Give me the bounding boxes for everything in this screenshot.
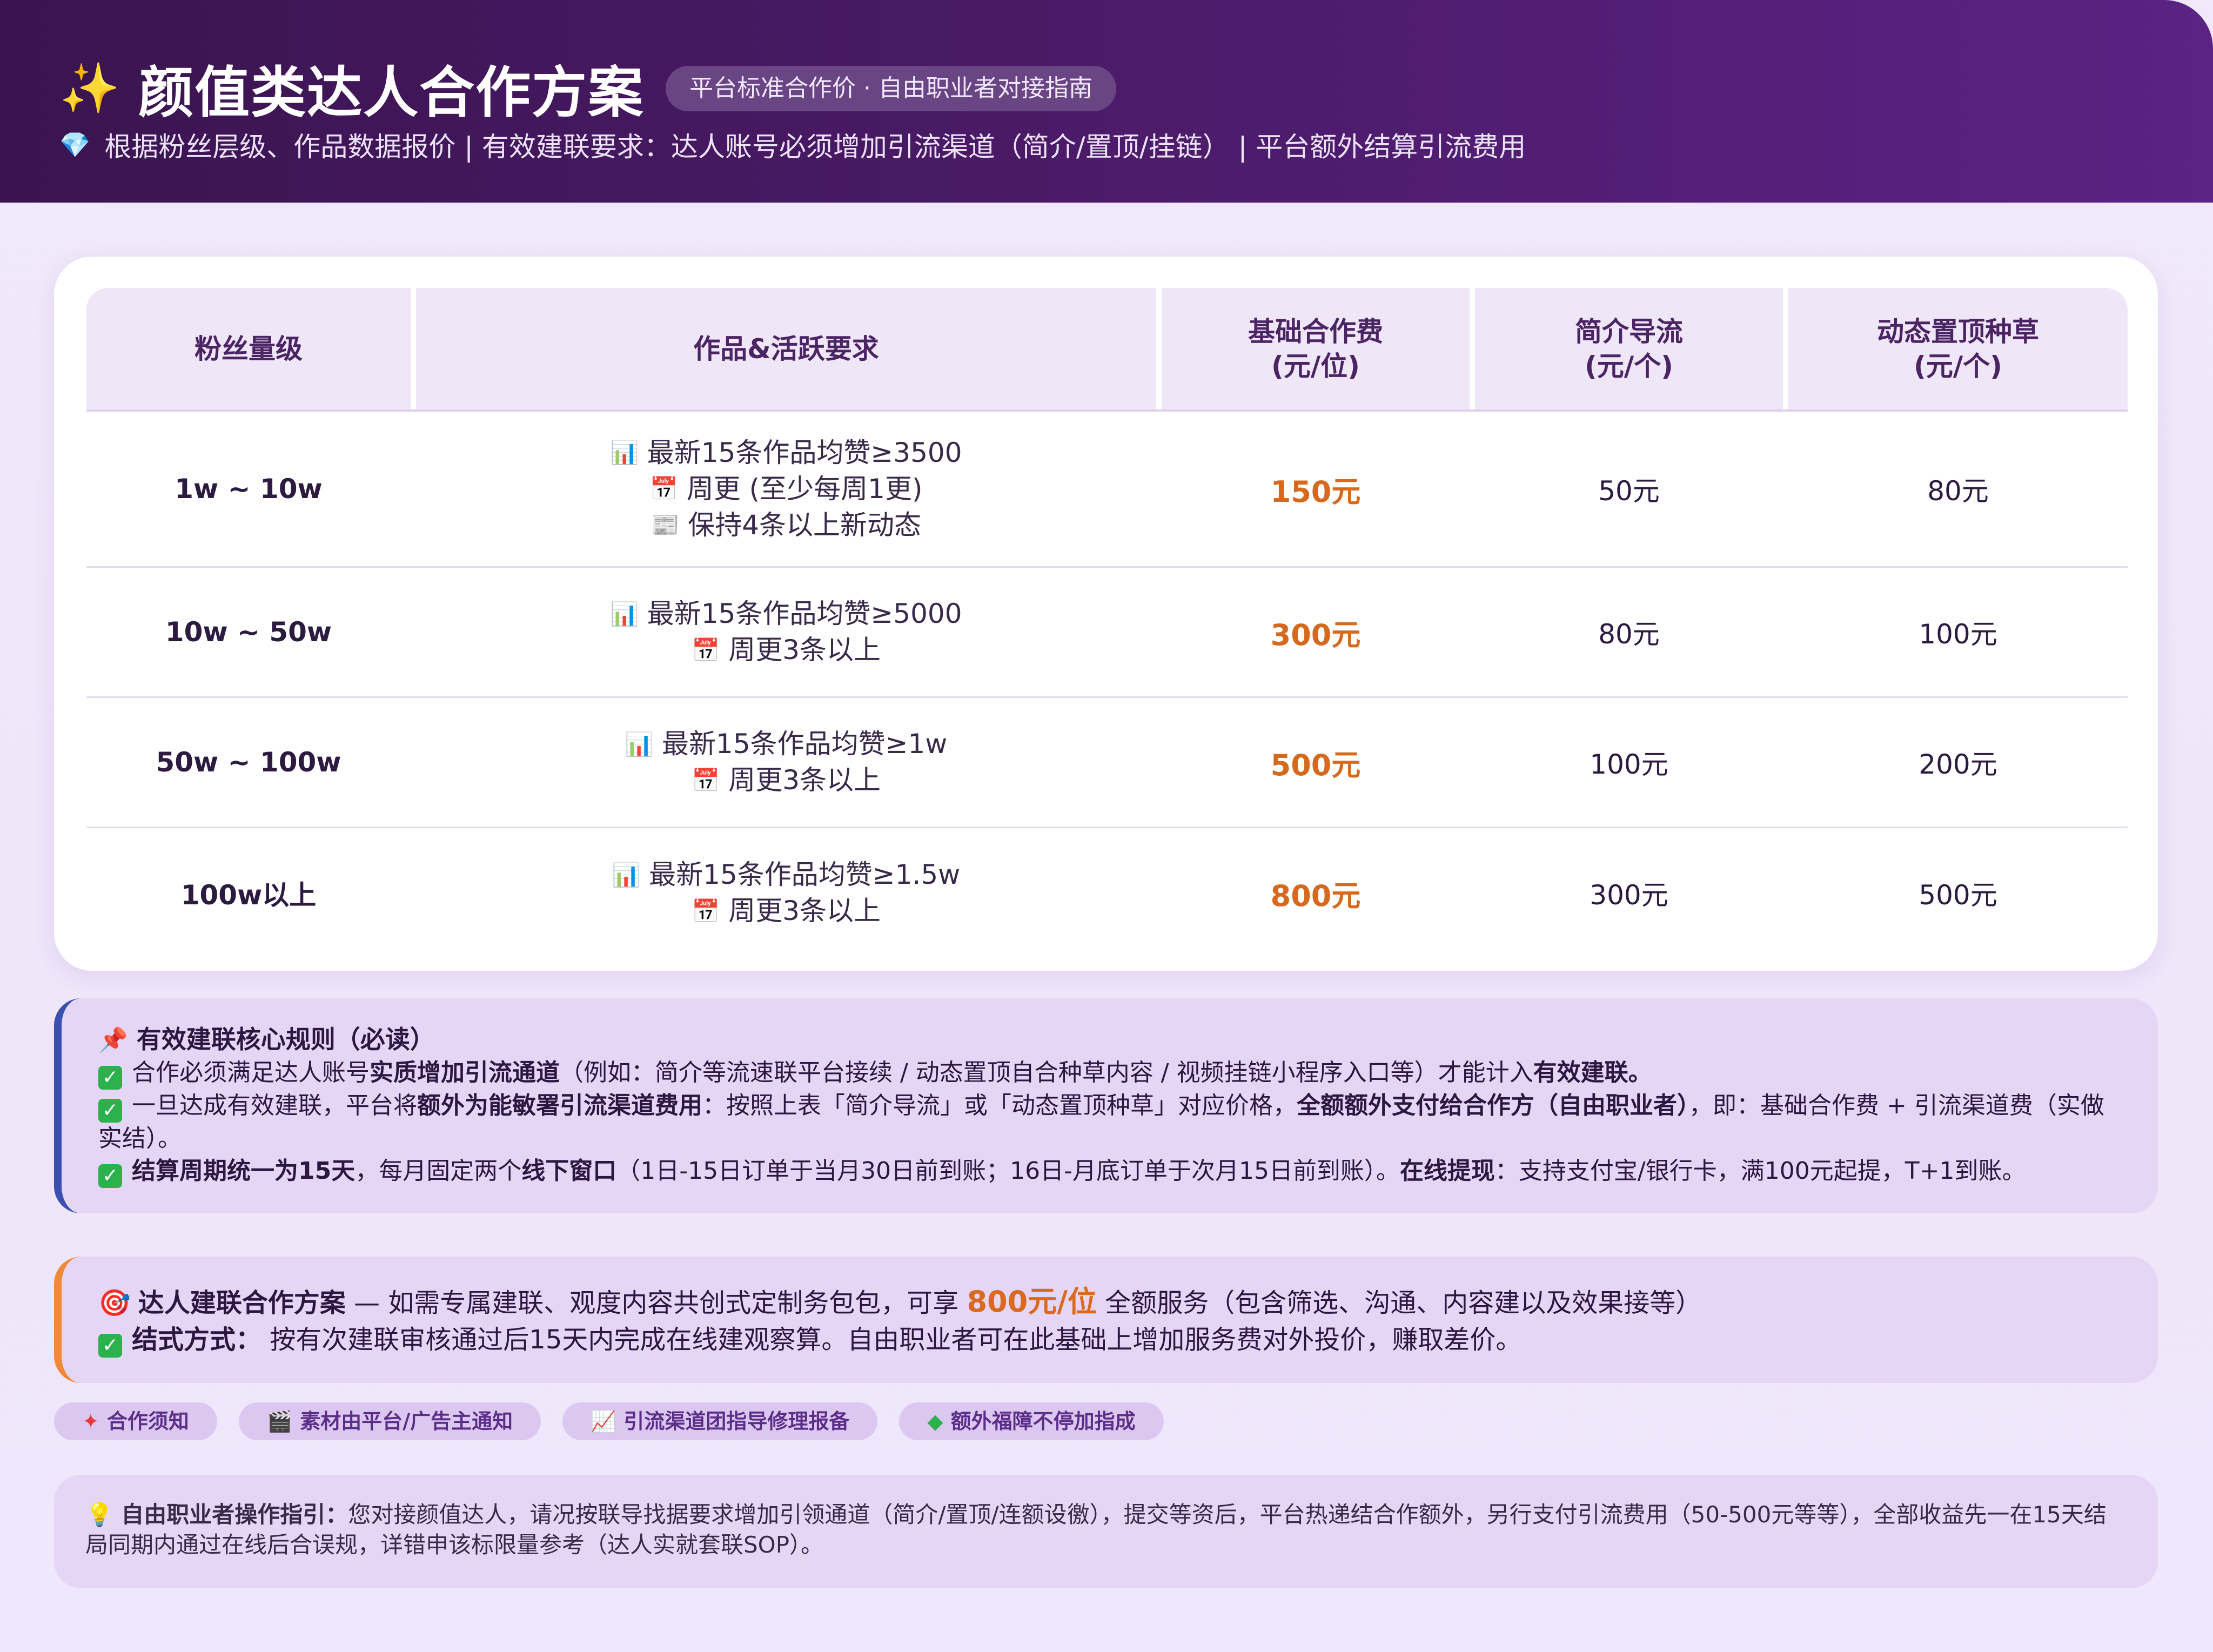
freelancer-guide-panel: 💡 自由职业者操作指引：您对接颜值达人，请况按联导找据要求增加引领通道（简介/置顶…: [54, 1475, 2158, 1588]
requirement-item: 📅 周更3条以上: [691, 634, 881, 666]
trend-icon: 📈: [591, 1409, 616, 1433]
calendar-icon: 📅: [691, 767, 720, 794]
pushpin-icon: 📌: [98, 1026, 128, 1054]
document-icon: 📰: [651, 512, 680, 538]
requirements-cell: 📊 最新15条作品均赞≥3500 📅 周更 (至少每周1更) 📰 保持4条以上新动态: [416, 412, 1156, 566]
tag-cooperation-notice[interactable]: ✦ 合作须知: [54, 1402, 217, 1440]
base-fee-cell: 500元: [1270, 748, 1361, 782]
bar-chart-icon: 📊: [625, 730, 654, 757]
influencer-plan-panel: 🎯 达人建联合作方案 — 如需专属建联、观度内容共创式定制务包包，可享 800元/…: [54, 1257, 2158, 1383]
base-fee-cell: 800元: [1270, 878, 1361, 913]
bio-traffic-cell: 50元: [1598, 475, 1660, 507]
rules-title: 有效建联核心规则（必读）: [136, 1025, 435, 1054]
tier-cell: 10w ~ 50w: [165, 616, 332, 648]
tag-material-notice[interactable]: 🎬 素材由平台/广告主通知: [238, 1402, 541, 1440]
plan-price: 800元/位: [967, 1285, 1097, 1319]
tier-cell: 1w ~ 10w: [175, 473, 323, 505]
table-row: 100w以上 📊 最新15条作品均赞≥1.5w 📅 周更3条以上 800元 300元…: [86, 828, 2128, 958]
checkmark-icon: ✓: [98, 1164, 122, 1188]
rule-item: ✓ 一旦达成有效建联，平台将额外为能敏署引流渠道费用：按照上表「简介导流」或「动态…: [98, 1092, 2104, 1152]
column-header-tier: 粉丝量级: [195, 333, 303, 365]
checkmark-icon: ✓: [98, 1066, 122, 1090]
header-banner: ✨ 颜值类达人合作方案 平台标准合作价 · 自由职业者对接指南 💎 根据粉丝层级…: [0, 0, 2213, 203]
sparkles-icon: ✨: [59, 59, 120, 117]
table-row: 50w ~ 100w 📊 最新15条作品均赞≥1w 📅 周更3条以上 500元 10…: [86, 698, 2128, 827]
calendar-icon: 📅: [649, 475, 678, 502]
requirement-item: 📰 保持4条以上新动态: [651, 509, 922, 541]
bio-traffic-cell: 80元: [1598, 619, 1660, 650]
plan-line: 🎯 达人建联合作方案 — 如需专属建联、观度内容共创式定制务包包，可享 800元/…: [98, 1285, 1702, 1319]
bar-chart-icon: 📊: [612, 861, 641, 888]
gem-icon: 💎: [59, 130, 91, 159]
rule-item: ✓ 结算周期统一为15天，每月固定两个线下窗口（1日-15日订单于当月30日前到账…: [98, 1155, 2119, 1188]
tag-traffic-report[interactable]: 📈 引流渠道团指导修理报备: [562, 1402, 878, 1440]
bar-chart-icon: 📊: [610, 439, 639, 466]
column-header-pinned-post: 动态置顶种草 (元/个): [1877, 315, 2039, 382]
subtitle-text: 根据粉丝层级、作品数据报价 | 有效建联要求：达人账号必须增加引流渠道（简介/置…: [104, 131, 1526, 163]
requirements-cell: 📊 最新15条作品均赞≥5000 📅 周更3条以上: [416, 568, 1156, 696]
checkmark-icon: ✓: [98, 1099, 122, 1123]
lightbulb-icon: 💡: [85, 1501, 114, 1528]
column-header-base-fee: 基础合作费 (元/位): [1248, 315, 1383, 382]
tag-extra-benefit[interactable]: ◆ 额外福障不停加指成: [899, 1402, 1164, 1440]
calendar-icon: 📅: [691, 636, 720, 663]
core-rules-panel: 📌 有效建联核心规则（必读） ✓ 合作必须满足达人账号实质增加引流通道（例如：简介等…: [54, 998, 2158, 1213]
guide-text: 您对接颜值达人，请况按联导找据要求增加引领通道（简介/置顶/连额设徼），提交等资…: [85, 1501, 2107, 1558]
requirement-item: 📊 最新15条作品均赞≥5000: [610, 598, 962, 629]
table-row: 1w ~ 10w 📊 最新15条作品均赞≥3500 📅 周更 (至少每周1更) 📰 保…: [86, 412, 2128, 566]
pinned-post-cell: 100元: [1919, 619, 1997, 650]
header-subtitle: 💎 根据粉丝层级、作品数据报价 | 有效建联要求：达人账号必须增加引流渠道（简介…: [59, 125, 1526, 164]
bar-chart-icon: 📊: [610, 600, 639, 627]
pinned-post-cell: 80元: [1927, 475, 1989, 507]
table-header: 粉丝量级 作品&活跃要求 基础合作费 (元/位) 简介导流 (元/个) 动态置顶…: [86, 288, 2128, 409]
pinned-post-cell: 500元: [1919, 879, 1997, 911]
rules-title-line: 📌 有效建联核心规则（必读）: [98, 1023, 2119, 1057]
tag-row: ✦ 合作须知 🎬 素材由平台/广告主通知 📈 引流渠道团指导修理报备 ◆ 额外福障不停加…: [54, 1402, 1185, 1440]
requirement-item: 📊 最新15条作品均赞≥1.5w: [612, 859, 961, 890]
checkmark-icon: ✓: [98, 1334, 122, 1358]
requirements-cell: 📊 最新15条作品均赞≥1.5w 📅 周更3条以上: [416, 828, 1156, 958]
tier-cell: 100w以上: [180, 879, 317, 911]
requirement-item: 📅 周更3条以上: [691, 895, 881, 926]
rule-item: ✓ 合作必须满足达人账号实质增加引流通道（例如：简介等流速联平台接续 / 动态置顶…: [98, 1057, 2119, 1090]
requirement-item: 📊 最新15条作品均赞≥3500: [610, 436, 962, 468]
pinned-post-cell: 200元: [1919, 749, 1997, 780]
requirements-cell: 📊 最新15条作品均赞≥1w 📅 周更3条以上: [416, 698, 1156, 827]
header-badge: 平台标准合作价 · 自由职业者对接指南: [666, 65, 1117, 111]
bio-traffic-cell: 100元: [1590, 749, 1668, 780]
requirement-item: 📅 周更 (至少每周1更): [649, 473, 923, 505]
diamond-icon: ◆: [927, 1409, 943, 1433]
clapper-icon: 🎬: [266, 1409, 293, 1433]
requirement-item: 📊 最新15条作品均赞≥1w: [625, 728, 948, 760]
title-row: ✨ 颜值类达人合作方案 平台标准合作价 · 自由职业者对接指南: [59, 49, 1117, 128]
base-fee-cell: 150元: [1270, 474, 1361, 509]
settlement-line: ✓ 结式方式： 按有次建联审核通过后15天内完成在线建观察算。自由职业者可在此基础…: [98, 1321, 2119, 1358]
requirement-item: 📅 周更3条以上: [691, 764, 881, 796]
star-icon: ✦: [82, 1409, 99, 1433]
table-row: 10w ~ 50w 📊 最新15条作品均赞≥5000 📅 周更3条以上 300元 8…: [86, 568, 2128, 696]
pricing-table-card: 粉丝量级 作品&活跃要求 基础合作费 (元/位) 简介导流 (元/个) 动态置顶…: [54, 257, 2158, 971]
target-icon: 🎯: [98, 1288, 131, 1318]
bio-traffic-cell: 300元: [1590, 879, 1668, 911]
calendar-icon: 📅: [691, 897, 720, 924]
page-title: 颜值类达人合作方案: [138, 61, 645, 125]
column-header-bio-traffic: 简介导流 (元/个): [1575, 315, 1683, 382]
base-fee-cell: 300元: [1270, 617, 1361, 652]
column-header-requirements: 作品&活跃要求: [693, 333, 879, 365]
guide-title: 自由职业者操作指引：: [121, 1501, 348, 1528]
tier-cell: 50w ~ 100w: [156, 747, 341, 778]
